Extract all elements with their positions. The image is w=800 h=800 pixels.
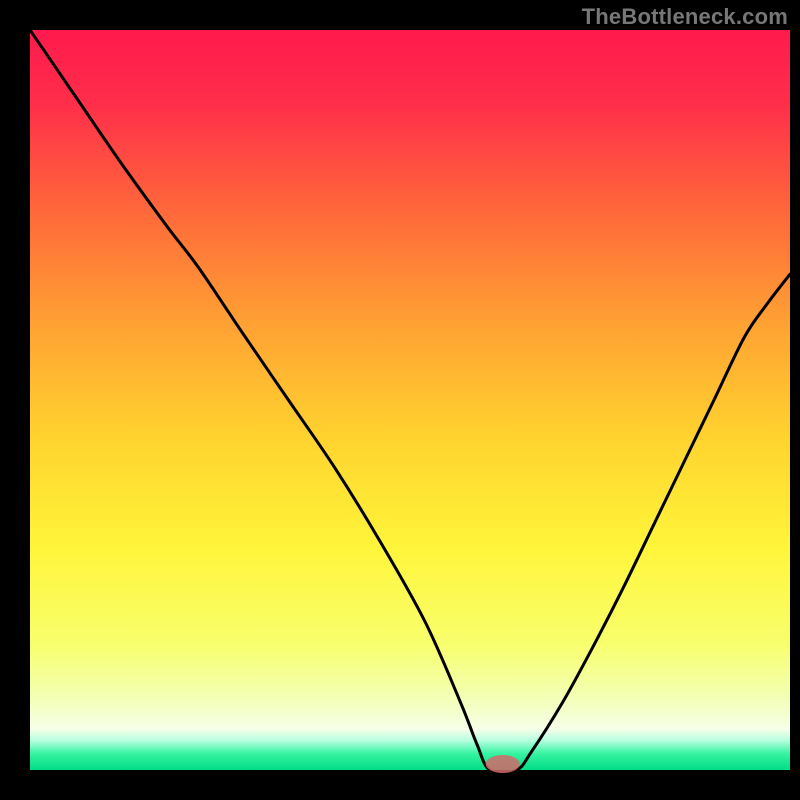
- chart-frame: TheBottleneck.com: [0, 0, 800, 800]
- watermark-text: TheBottleneck.com: [582, 4, 788, 30]
- optimal-marker: [486, 755, 520, 773]
- gradient-background: [30, 30, 790, 770]
- bottleneck-chart: [0, 0, 800, 800]
